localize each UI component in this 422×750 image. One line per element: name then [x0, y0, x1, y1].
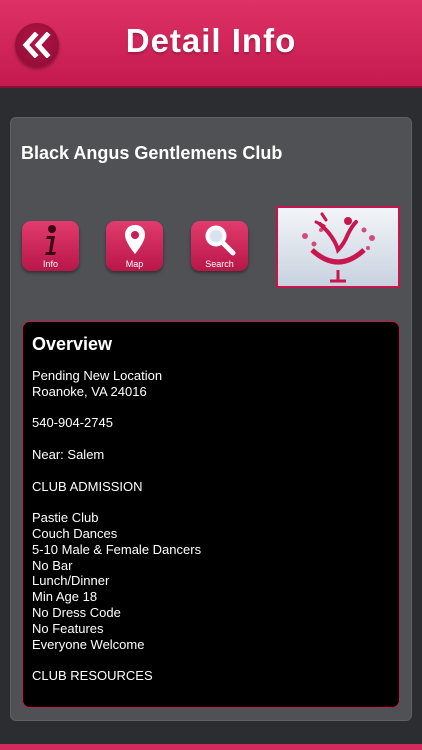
overview-line — [32, 652, 201, 668]
bottom-bar — [0, 744, 422, 750]
dancer-in-glass-logo — [302, 212, 375, 283]
overview-line — [32, 400, 201, 416]
page-title: Detail Info — [125, 22, 297, 59]
overview-line: Couch Dances — [32, 525, 118, 541]
overview-line: No Dress Code — [32, 604, 121, 620]
overview-line: Pending New Location — [32, 368, 163, 383]
overview-line: Lunch/Dinner — [32, 573, 110, 589]
overview-text: Pending New Location Roanoke, VA 24016 540… — [32, 368, 201, 684]
info-icon — [22, 224, 79, 263]
map-pin-icon — [106, 224, 163, 261]
app-header: Detail Info — [0, 0, 422, 88]
info-button[interactable]: Info — [22, 221, 79, 271]
map-button[interactable]: Map — [106, 221, 163, 271]
overview-line — [32, 494, 201, 510]
overview-line — [32, 431, 201, 447]
overview-line: Min Age 18 — [32, 589, 98, 605]
club-logo — [276, 206, 400, 288]
magnifier-icon — [191, 224, 248, 261]
overview-line: No Bar — [32, 557, 73, 573]
overview-line: CLUB RESOURCES — [32, 668, 153, 684]
info-button-label: Info — [42, 259, 58, 269]
search-button[interactable]: Search — [191, 221, 248, 271]
overview-line — [32, 463, 201, 479]
overview-line: CLUB ADMISSION — [32, 478, 143, 494]
overview-line: 540-904-2745 — [32, 415, 113, 431]
overview-line: Roanoke, VA 24016 — [32, 383, 147, 399]
search-button-label: Search — [205, 259, 234, 269]
overview-box: Overview Pending New Location Roanoke, VA… — [22, 321, 400, 708]
overview-title: Overview — [32, 334, 113, 354]
overview-line: Pastie Club — [32, 510, 99, 526]
overview-line: No Features — [32, 620, 104, 636]
club-name: Black Angus Gentlemens Club — [21, 143, 283, 163]
map-button-label: Map — [125, 259, 144, 269]
overview-line: Near: Salem — [32, 446, 105, 462]
overview-line: 5-10 Male & Female Dancers — [32, 541, 202, 557]
overview-line: Everyone Welcome — [32, 636, 145, 652]
